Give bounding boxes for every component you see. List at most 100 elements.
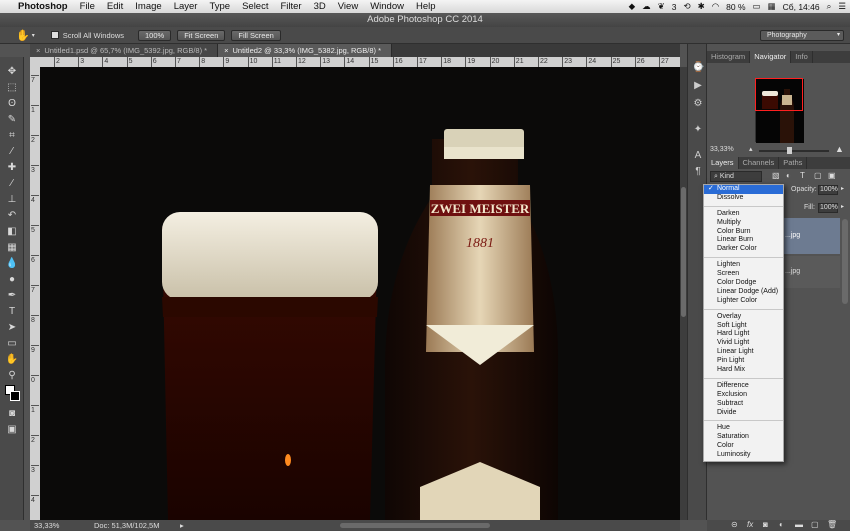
status-arrow-icon[interactable]: ▸ <box>180 520 184 531</box>
vertical-scrollbar[interactable] <box>680 67 687 520</box>
blend-mode-item[interactable]: Linear Light <box>704 348 783 357</box>
shape-tool-icon[interactable]: ▭ <box>3 337 21 351</box>
tab-paths[interactable]: Paths <box>779 157 808 169</box>
fill-input[interactable]: 100% <box>818 203 838 213</box>
tab-histogram[interactable]: Histogram <box>707 51 751 63</box>
tab-layers[interactable]: Layers <box>707 157 739 169</box>
filter-adjust-icon[interactable]: ◐ <box>786 171 791 180</box>
opacity-arrow-icon[interactable]: ▸ <box>841 185 844 192</box>
eyedropper-icon[interactable]: ⁄ <box>3 145 21 159</box>
healing-brush-icon[interactable]: ✚ <box>3 161 21 175</box>
filter-pixel-icon[interactable]: ▧ <box>772 171 780 180</box>
blend-mode-item[interactable]: Darker Color <box>704 245 783 254</box>
blend-mode-item[interactable]: Screen <box>704 270 783 279</box>
blend-mode-item[interactable]: Exclusion <box>704 391 783 400</box>
horizontal-scroll-thumb[interactable] <box>340 523 490 528</box>
zoom-in-icon[interactable]: ▲ <box>835 144 844 154</box>
battery-icon[interactable]: ▭ <box>753 1 761 12</box>
cloud-icon[interactable]: ☁ <box>642 1 651 12</box>
move-tool-icon[interactable]: ✥ <box>3 65 21 79</box>
menu-select[interactable]: Select <box>236 0 274 13</box>
navigator-zoom-value[interactable]: 33,33% <box>710 146 734 153</box>
blend-mode-item[interactable]: ✓ Normal <box>704 185 783 194</box>
blend-mode-item[interactable]: Darken <box>704 210 783 219</box>
filter-smart-icon[interactable]: ▣ <box>828 171 836 180</box>
path-select-icon[interactable]: ➤ <box>3 321 21 335</box>
navigator-view-box[interactable] <box>755 78 803 111</box>
menu-type[interactable]: Type <box>203 0 236 13</box>
menu-view[interactable]: View <box>332 0 364 13</box>
filter-type-icon[interactable]: T <box>800 171 805 180</box>
tab-untitled1[interactable]: × Untitled1.psd @ 65,7% (IMG_5392.jpg, RG… <box>30 44 219 57</box>
eraser-tool-icon[interactable]: ◧ <box>3 225 21 239</box>
trash-icon[interactable]: 🗑 <box>827 520 837 529</box>
layer-style-icon[interactable]: fx <box>747 520 753 529</box>
timemachine-icon[interactable]: ⟲ <box>683 1 690 12</box>
menu-file[interactable]: File <box>74 0 101 13</box>
scroll-all-checkbox[interactable] <box>50 31 59 39</box>
pen-tool-icon[interactable]: ✒ <box>3 289 21 303</box>
evernote-icon[interactable]: ❦ <box>658 1 665 12</box>
bluetooth-icon[interactable]: ✱ <box>698 1 705 12</box>
actions-play-icon[interactable]: ▶ <box>692 80 704 92</box>
zoom-slider-handle[interactable] <box>787 147 792 154</box>
layer-mask-icon[interactable]: ◙ <box>763 520 768 529</box>
clone-stamp-icon[interactable]: ⊥ <box>3 193 21 207</box>
crop-tool-icon[interactable]: ⌗ <box>3 129 21 143</box>
quick-mask-icon[interactable]: ◙ <box>3 407 21 421</box>
notification-badge[interactable]: 3 <box>672 2 677 12</box>
gradient-tool-icon[interactable]: ▦ <box>3 241 21 255</box>
blend-mode-item[interactable]: Overlay <box>704 313 783 322</box>
close-icon[interactable]: × <box>36 46 40 55</box>
menu-help[interactable]: Help <box>410 0 442 13</box>
menu-filter[interactable]: Filter <box>274 0 307 13</box>
menu-image[interactable]: Image <box>129 0 167 13</box>
color-swatches-icon[interactable] <box>3 385 21 403</box>
link-layers-icon[interactable]: ⊝ <box>731 520 738 529</box>
lasso-tool-icon[interactable]: ʘ <box>3 97 21 111</box>
blend-mode-item[interactable]: Vivid Light <box>704 339 783 348</box>
menu-edit[interactable]: Edit <box>101 0 129 13</box>
character-icon[interactable]: A <box>692 150 704 162</box>
blend-mode-item[interactable]: Pin Light <box>704 357 783 366</box>
fill-arrow-icon[interactable]: ▸ <box>841 203 844 210</box>
blend-mode-item[interactable]: Lighter Color <box>704 297 783 306</box>
new-layer-icon[interactable]: ▢ <box>811 520 819 529</box>
blend-mode-item[interactable]: Color Dodge <box>704 279 783 288</box>
blend-mode-item[interactable]: Linear Dodge (Add) <box>704 288 783 297</box>
history-icon[interactable]: ⌚ <box>692 62 704 74</box>
blend-mode-item[interactable]: Color Burn <box>704 228 783 237</box>
hand-tool-icon[interactable]: ✋ <box>3 353 21 367</box>
blend-mode-item[interactable]: Subtract <box>704 400 783 409</box>
blend-mode-item[interactable]: Dissolve <box>704 194 783 203</box>
tab-info[interactable]: Info <box>791 51 813 63</box>
dropbox-icon[interactable]: ◆ <box>629 1 636 12</box>
tab-navigator[interactable]: Navigator <box>750 51 792 63</box>
hand-tool-icon[interactable]: ✋ <box>16 29 30 42</box>
opacity-input[interactable]: 100% <box>818 185 838 195</box>
clock[interactable]: Сб, 14:46 <box>783 2 820 12</box>
adjustments-icon[interactable]: ✦ <box>692 124 704 136</box>
blend-mode-item[interactable]: Hard Mix <box>704 366 783 375</box>
tab-channels[interactable]: Channels <box>739 157 780 169</box>
blend-mode-item[interactable]: Hard Light <box>704 330 783 339</box>
blend-mode-item[interactable]: Luminosity <box>704 451 783 460</box>
document-canvas[interactable]: ZWEI MEISTER 1881 <box>40 67 680 520</box>
menu-3d[interactable]: 3D <box>308 0 332 13</box>
blend-mode-item[interactable]: Saturation <box>704 433 783 442</box>
close-icon[interactable]: × <box>224 46 228 55</box>
zoom-tool-icon[interactable]: ⚲ <box>3 369 21 383</box>
zoom-slider[interactable] <box>759 150 829 152</box>
flag-icon[interactable]: ▦ <box>768 1 776 12</box>
scroll-thumb[interactable] <box>681 187 686 317</box>
workspace-select[interactable]: Photography ▾ <box>760 30 844 41</box>
filter-shape-icon[interactable]: ▢ <box>814 171 822 180</box>
blend-mode-item[interactable]: Multiply <box>704 219 783 228</box>
spotlight-icon[interactable]: ⌕ <box>827 1 832 12</box>
wifi-icon[interactable]: ◠ <box>712 1 719 12</box>
paragraph-icon[interactable]: ¶ <box>692 166 704 178</box>
zoom-100-button[interactable]: 100% <box>138 29 172 41</box>
fill-screen-button[interactable]: Fill Screen <box>231 29 281 41</box>
menu-window[interactable]: Window <box>364 0 410 13</box>
zoom-readout[interactable]: 33,33% <box>34 520 59 531</box>
